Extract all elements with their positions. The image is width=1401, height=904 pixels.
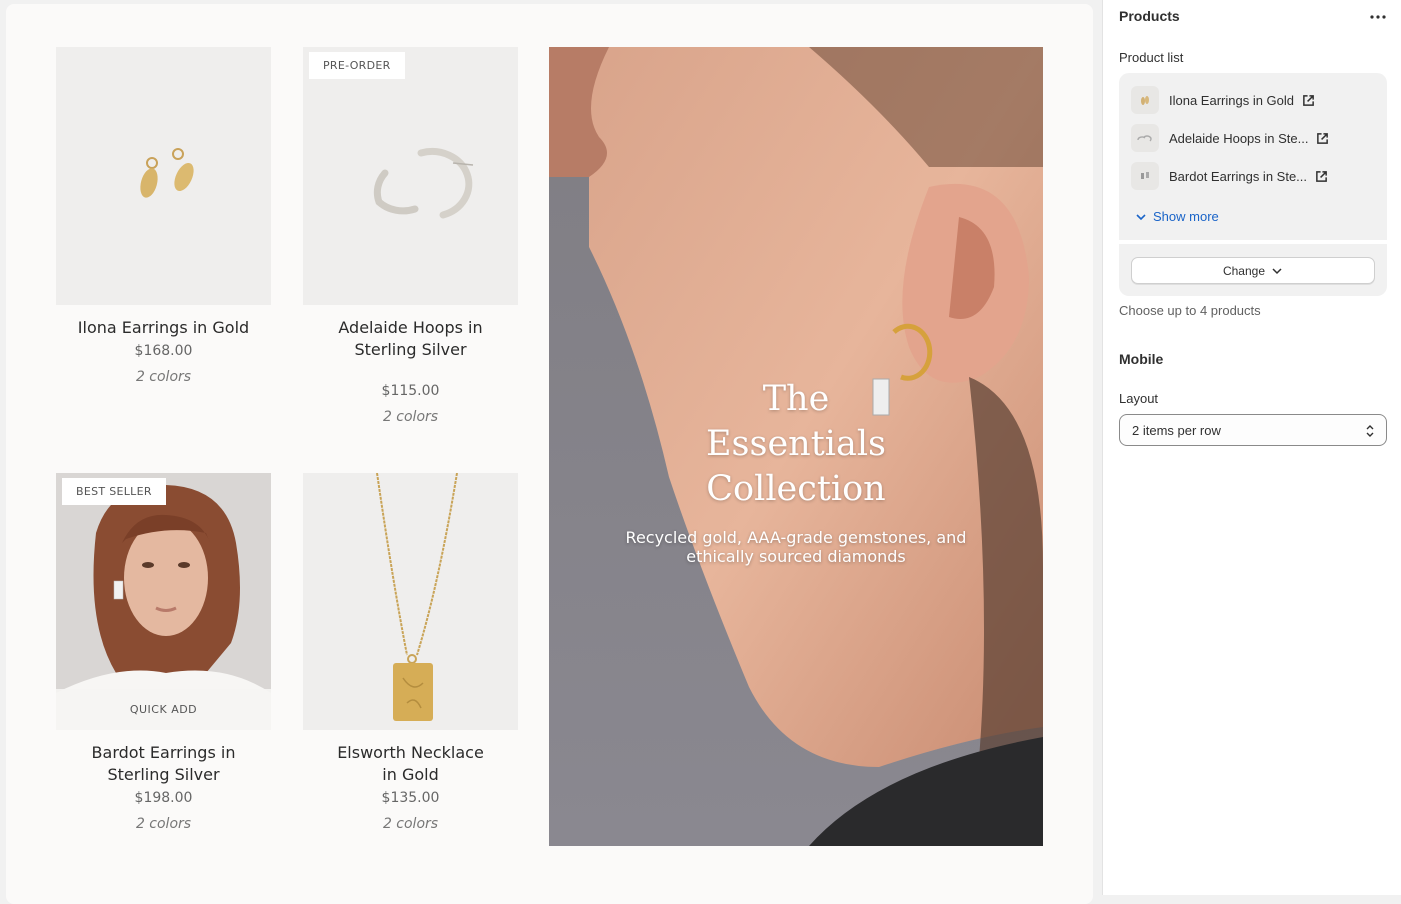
product-colors: 2 colors — [382, 409, 439, 425]
product-image[interactable] — [56, 47, 271, 305]
product-title[interactable]: Elsworth Necklace in Gold — [303, 742, 518, 786]
preview-canvas: Ilona Earrings in Gold $168.00 2 colors … — [6, 4, 1093, 904]
product-card[interactable]: Elsworth Necklace in Gold $135.00 2 colo… — [303, 473, 518, 832]
chevron-down-icon — [1272, 267, 1282, 274]
pre-order-badge: PRE-ORDER — [309, 52, 405, 79]
product-colors: 2 colors — [135, 816, 192, 832]
product-list-name: Adelaide Hoops in Ste... — [1169, 130, 1309, 146]
product-card[interactable]: Ilona Earrings in Gold $168.00 2 colors — [56, 47, 271, 385]
show-more-link[interactable]: Show more — [1135, 209, 1219, 224]
layout-label: Layout — [1119, 391, 1159, 406]
chevron-down-icon — [1136, 213, 1146, 220]
gold-necklace-image — [303, 473, 518, 730]
product-price: $198.00 — [134, 790, 193, 806]
product-price: $168.00 — [134, 343, 193, 359]
settings-panel: Products Product list Ilona Earrings in … — [1102, 0, 1401, 895]
product-list-label: Product list — [1119, 50, 1184, 65]
product-price: $135.00 — [381, 790, 440, 806]
product-thumbnail — [1131, 86, 1159, 114]
list-item[interactable]: Adelaide Hoops in Ste... — [1131, 124, 1329, 152]
hero-title: The Essentials Collection — [705, 379, 886, 509]
hero-text: The Essentials Collection Recycled gold,… — [549, 377, 1043, 566]
panel-title: Products — [1119, 8, 1180, 24]
product-image[interactable]: PRE-ORDER — [303, 47, 518, 305]
product-title[interactable]: Ilona Earrings in Gold — [56, 317, 271, 339]
product-card[interactable]: PRE-ORDER Adelaide Hoops in Sterling Sil… — [303, 47, 518, 425]
external-link-icon[interactable] — [1316, 132, 1329, 145]
product-list-name: Bardot Earrings in Ste... — [1169, 168, 1308, 184]
product-colors: 2 colors — [382, 816, 439, 832]
silver-hoops-image — [303, 47, 518, 305]
product-title[interactable]: Bardot Earrings in Sterling Silver — [56, 742, 271, 786]
product-colors: 2 colors — [135, 369, 192, 385]
mobile-section-title: Mobile — [1119, 351, 1164, 367]
product-title[interactable]: Adelaide Hoops in Sterling Silver — [303, 317, 518, 361]
layout-select[interactable]: 2 items per row — [1119, 414, 1387, 446]
product-image[interactable] — [303, 473, 518, 730]
product-price: $115.00 — [381, 383, 440, 399]
product-list-name: Ilona Earrings in Gold — [1169, 92, 1295, 108]
list-item[interactable]: Ilona Earrings in Gold — [1131, 86, 1315, 114]
product-limit-hint: Choose up to 4 products — [1119, 303, 1261, 318]
change-button-label: Change — [1222, 263, 1266, 278]
ellipsis-icon[interactable] — [1369, 2, 1387, 37]
change-button[interactable]: Change — [1131, 257, 1375, 284]
quick-add-button[interactable]: QUICK ADD — [56, 689, 271, 730]
product-image[interactable]: BEST SELLER QUICK ADD — [56, 473, 271, 730]
product-thumbnail — [1131, 162, 1159, 190]
best-seller-badge: BEST SELLER — [62, 478, 166, 505]
product-list: Ilona Earrings in Gold Adelaide Hoops in… — [1119, 73, 1387, 296]
product-card[interactable]: BEST SELLER QUICK ADD Bardot Earrings in… — [56, 473, 271, 832]
external-link-icon[interactable] — [1315, 170, 1328, 183]
layout-select-value: 2 items per row — [1132, 422, 1221, 438]
divider — [1119, 240, 1387, 244]
collection-hero[interactable]: The Essentials Collection Recycled gold,… — [549, 47, 1043, 846]
select-arrows-icon — [1366, 425, 1374, 437]
external-link-icon[interactable] — [1302, 94, 1315, 107]
product-thumbnail — [1131, 124, 1159, 152]
list-item[interactable]: Bardot Earrings in Ste... — [1131, 162, 1328, 190]
hero-subtitle: Recycled gold, AAA-grade gemstones, and … — [625, 528, 967, 566]
show-more-label: Show more — [1153, 209, 1219, 224]
gold-earrings-image — [56, 47, 271, 305]
